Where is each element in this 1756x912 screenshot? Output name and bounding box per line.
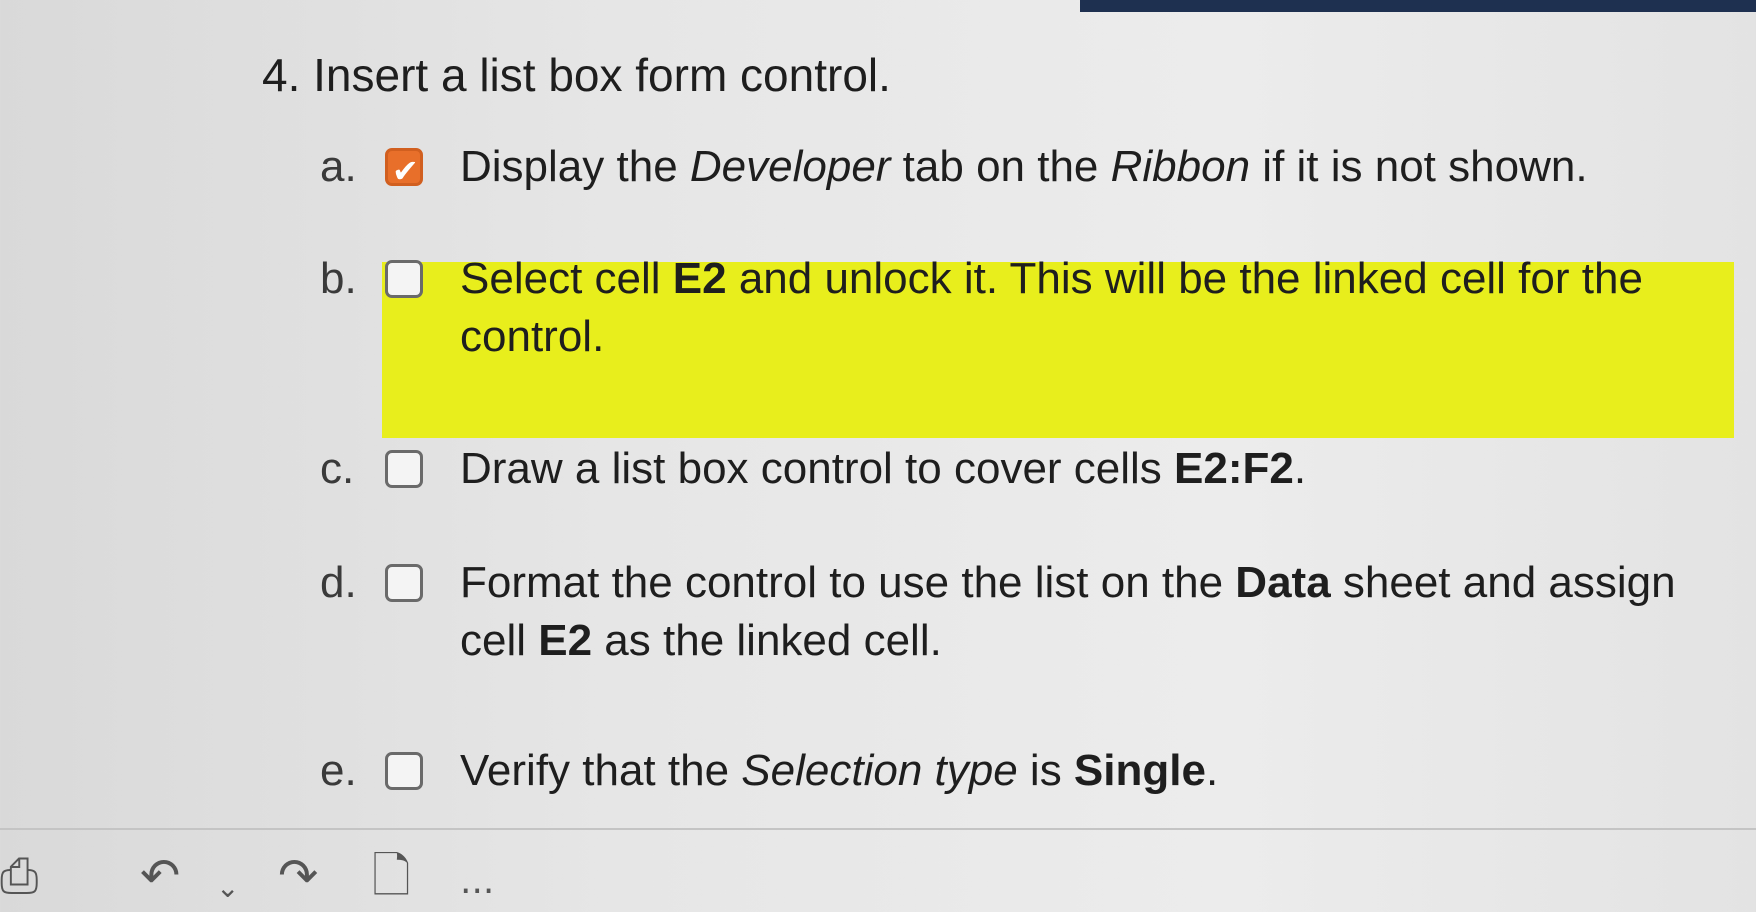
task-d-text: Format the control to use the list on th…: [460, 554, 1720, 670]
task-c-text: Draw a list box control to cover cells E…: [460, 440, 1720, 498]
task-text-segment: if it is not shown.: [1250, 142, 1588, 191]
task-text-segment: Draw a list box control to cover cells: [460, 444, 1175, 493]
task-text-segment: Developer: [689, 142, 891, 191]
task-b-text: Select cell E2 and unlock it. This will …: [460, 250, 1720, 366]
redo-icon[interactable]: ↷: [278, 852, 318, 900]
task-text-segment: Data: [1235, 558, 1331, 607]
more-options-icon[interactable]: ...: [460, 858, 494, 906]
task-letter: b.: [320, 254, 357, 303]
toolbar: ⎙ ↶ ⌄ ↷ 🗋 ...: [0, 848, 560, 904]
window-top-bar: [1080, 0, 1756, 12]
task-b-checkbox[interactable]: [385, 260, 423, 298]
task-letter: e.: [320, 746, 357, 795]
new-document-icon[interactable]: 🗋: [372, 852, 411, 900]
undo-dropdown-icon[interactable]: ⌄: [216, 864, 239, 912]
print-icon[interactable]: ⎙: [0, 852, 38, 900]
task-a-checkbox[interactable]: ✔: [385, 148, 423, 190]
task-c-checkbox[interactable]: [385, 450, 423, 488]
task-letter: a.: [320, 142, 357, 191]
task-text-segment: Display the: [460, 142, 690, 191]
task-text-segment: Single: [1073, 746, 1206, 795]
task-text-segment: .: [1293, 444, 1307, 493]
task-text-segment: as the linked cell.: [592, 616, 942, 665]
task-text-segment: Ribbon: [1110, 142, 1251, 191]
toolbar-divider: [0, 828, 1756, 830]
step-title: 4. Insert a list box form control.: [262, 49, 891, 101]
task-text-segment: Select cell: [460, 254, 673, 303]
task-text-segment: Verify that the: [460, 746, 742, 795]
task-d-checkbox[interactable]: [385, 564, 423, 602]
task-text-segment: Format the control to use the list on th…: [460, 558, 1236, 607]
task-text-segment: E2: [672, 254, 727, 303]
task-e-text: Verify that the Selection type is Single…: [460, 742, 1720, 800]
task-letter: d.: [320, 558, 357, 607]
task-text-segment: tab on the: [890, 142, 1111, 191]
task-letter: c.: [320, 444, 355, 493]
checkmark-icon: ✔: [392, 152, 419, 190]
undo-icon[interactable]: ↶: [140, 852, 180, 900]
task-text-segment: E2: [538, 616, 593, 665]
task-a-text: Display the Developer tab on the Ribbon …: [460, 138, 1720, 196]
task-text-segment: .: [1205, 746, 1219, 795]
task-text-segment: is: [1017, 746, 1074, 795]
task-e-checkbox[interactable]: [385, 752, 423, 790]
task-text-segment: Selection type: [741, 746, 1018, 795]
task-text-segment: E2:F2: [1174, 444, 1294, 493]
